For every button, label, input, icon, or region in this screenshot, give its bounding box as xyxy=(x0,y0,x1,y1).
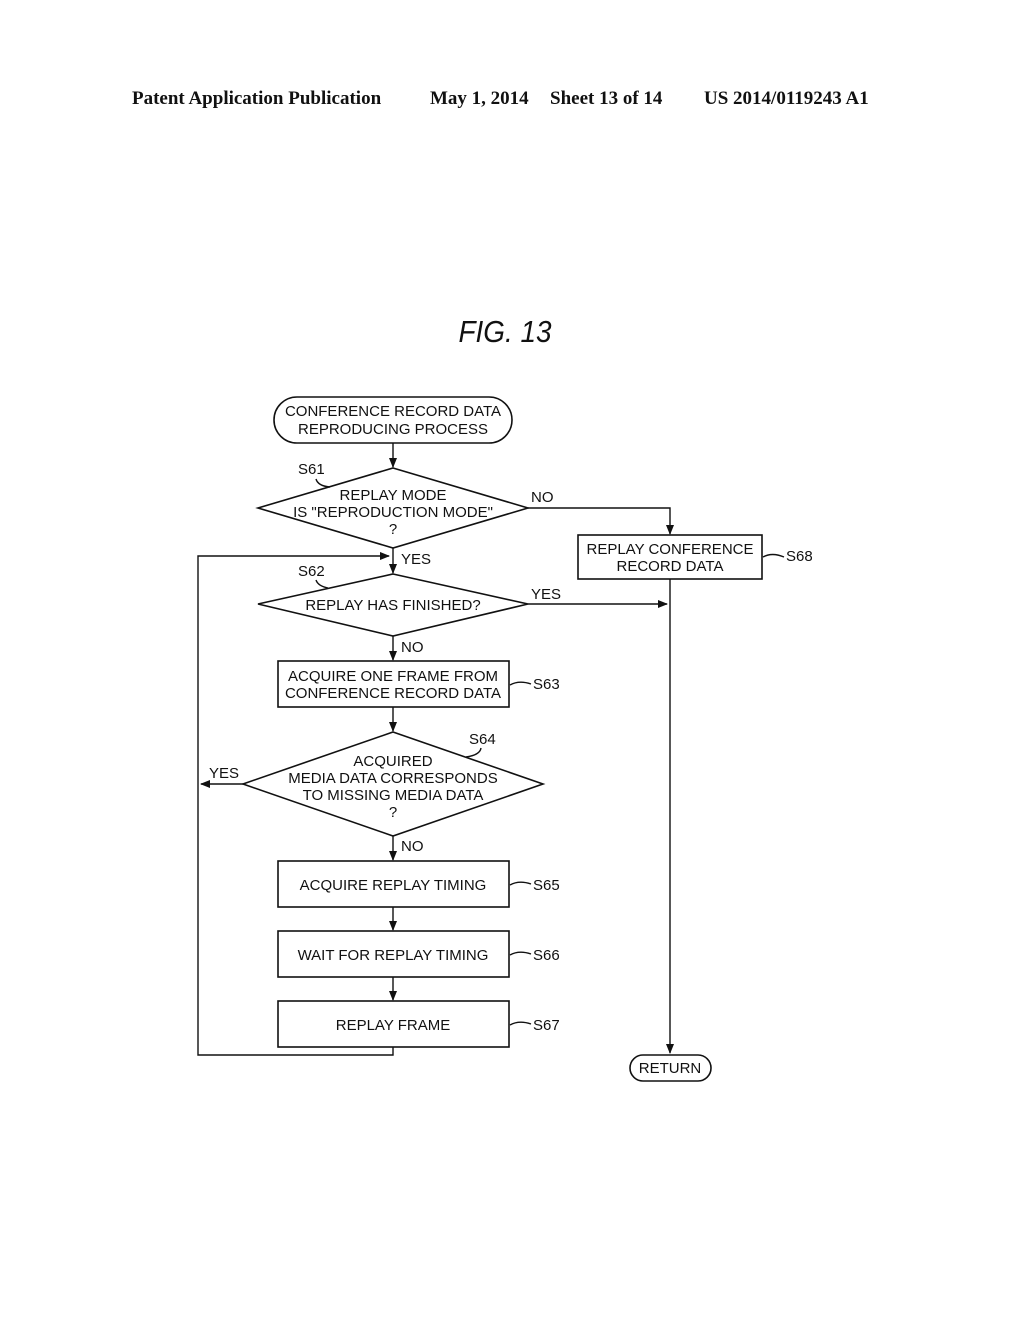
s68-line-1: REPLAY CONFERENCE xyxy=(587,541,754,558)
s68-leader xyxy=(762,553,785,558)
s66-step-label: S66 xyxy=(533,947,560,964)
s62-no-label: NO xyxy=(401,639,424,656)
s65-leader xyxy=(509,881,532,886)
start-line-2: REPRODUCING PROCESS xyxy=(298,421,488,438)
s65-step-label: S65 xyxy=(533,877,560,894)
s61-step-label: S61 xyxy=(298,461,325,478)
s64-no-label: NO xyxy=(401,838,424,855)
s62-yes-label: YES xyxy=(531,586,561,603)
flowchart: CONFERENCE RECORD DATA REPRODUCING PROCE… xyxy=(197,396,813,1082)
arrow-s61-no-to-s68 xyxy=(528,507,674,535)
s61-leader xyxy=(315,478,331,488)
process-s67: REPLAY FRAME S67 xyxy=(277,1000,560,1048)
s62-step-label: S62 xyxy=(298,563,325,580)
s61-line-2: IS "REPRODUCTION MODE" xyxy=(293,504,493,521)
s67-leader xyxy=(509,1021,532,1026)
return-label: RETURN xyxy=(639,1060,702,1077)
start-terminal: CONFERENCE RECORD DATA REPRODUCING PROCE… xyxy=(273,396,513,444)
s66-leader xyxy=(509,951,532,956)
s61-no-label: NO xyxy=(531,489,554,506)
s64-yes-label: YES xyxy=(209,765,239,782)
s64-line-3: TO MISSING MEDIA DATA xyxy=(303,787,484,804)
process-s66: WAIT FOR REPLAY TIMING S66 xyxy=(277,930,560,978)
s64-leader xyxy=(465,747,482,758)
start-line-1: CONFERENCE RECORD DATA xyxy=(285,403,501,420)
s66-line-1: WAIT FOR REPLAY TIMING xyxy=(298,947,489,964)
s67-line-1: REPLAY FRAME xyxy=(336,1017,450,1034)
s64-line-4: ? xyxy=(389,804,397,821)
s67-step-label: S67 xyxy=(533,1017,560,1034)
s64-line-1: ACQUIRED xyxy=(353,753,432,770)
s63-step-label: S63 xyxy=(533,676,560,693)
decision-s61: REPLAY MODE IS "REPRODUCTION MODE" ? S61… xyxy=(255,461,554,568)
s61-line-3: ? xyxy=(389,521,397,538)
s68-line-2: RECORD DATA xyxy=(617,558,724,575)
decision-s64: ACQUIRED MEDIA DATA CORRESPONDS TO MISSI… xyxy=(209,731,546,855)
s61-line-1: REPLAY MODE xyxy=(340,487,447,504)
s63-line-1: ACQUIRE ONE FRAME FROM xyxy=(288,668,498,685)
s63-line-2: CONFERENCE RECORD DATA xyxy=(285,685,501,702)
s65-line-1: ACQUIRE REPLAY TIMING xyxy=(300,877,487,894)
process-s65: ACQUIRE REPLAY TIMING S65 xyxy=(277,860,560,908)
s62-line-1: REPLAY HAS FINISHED? xyxy=(305,597,480,614)
s68-step-label: S68 xyxy=(786,548,813,565)
decision-s62: REPLAY HAS FINISHED? S62 YES NO xyxy=(257,563,561,656)
s62-leader xyxy=(315,579,329,589)
process-s63: ACQUIRE ONE FRAME FROM CONFERENCE RECORD… xyxy=(277,660,560,708)
s64-line-2: MEDIA DATA CORRESPONDS xyxy=(288,770,497,787)
s64-step-label: S64 xyxy=(469,731,496,748)
s63-leader xyxy=(509,681,532,686)
process-s68: REPLAY CONFERENCE RECORD DATA S68 xyxy=(577,534,813,580)
s61-yes-label: YES xyxy=(401,551,431,568)
return-terminal: RETURN xyxy=(629,1054,712,1082)
